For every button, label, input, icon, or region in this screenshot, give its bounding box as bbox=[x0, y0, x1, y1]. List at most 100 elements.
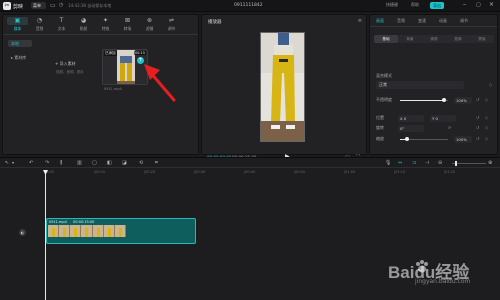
zoom-in-icon[interactable]: ⊕ bbox=[488, 160, 492, 166]
microphone-icon[interactable]: 🎙 bbox=[385, 160, 391, 166]
keyframe-icon[interactable]: ◇ bbox=[485, 115, 488, 120]
time-ruler[interactable]: 00:00 |00:10 |00:20 |00:30 |00:40 |00:50… bbox=[44, 169, 500, 177]
red-arrow-annotation bbox=[144, 64, 176, 102]
clip-frame bbox=[59, 225, 71, 237]
clip-frame bbox=[103, 225, 115, 237]
sidebar-item-library[interactable]: ▸ 素材库 bbox=[8, 54, 32, 61]
opacity-input[interactable]: 100% bbox=[454, 97, 472, 104]
split-icon[interactable]: ⫼ bbox=[60, 160, 62, 166]
tab-speed[interactable]: 变速 bbox=[418, 18, 426, 24]
clip-frame bbox=[48, 225, 60, 237]
app-logo-icon: ✂ bbox=[3, 2, 11, 10]
tab-audio[interactable]: 音频 bbox=[397, 18, 405, 24]
export-button[interactable]: 导出 bbox=[430, 2, 444, 9]
sidebar-item-local[interactable]: 本地 bbox=[8, 40, 32, 47]
tab-sticker[interactable]: ◕ 贴纸 bbox=[73, 17, 94, 32]
filter-icon: ⊗ bbox=[146, 17, 153, 24]
opacity-label: 不透明度 bbox=[376, 97, 392, 102]
magnet-icon[interactable]: ⊐ bbox=[412, 160, 416, 166]
close-icon[interactable]: × bbox=[489, 1, 494, 8]
clip-duration: 00:00:15:00 bbox=[73, 220, 95, 224]
subtab-basic[interactable]: 基础 bbox=[374, 35, 398, 43]
select-cursor-icon[interactable]: ↖ bbox=[5, 160, 9, 166]
shortcut-button[interactable]: 快捷键 bbox=[386, 2, 398, 8]
layout-icon[interactable]: ▭ bbox=[50, 2, 56, 9]
tab-transition[interactable]: ⊠ 转场 bbox=[117, 17, 138, 32]
maximize-icon[interactable]: ▢ bbox=[476, 2, 481, 8]
import-button[interactable]: + 导入素材 bbox=[55, 61, 76, 67]
zoom-slider-knob[interactable] bbox=[455, 161, 457, 166]
clip-frame bbox=[92, 225, 104, 237]
reset-icon[interactable]: ↺ bbox=[476, 115, 479, 120]
rotate-icon[interactable]: ◪ bbox=[122, 160, 127, 166]
duration-badge: 00:15 bbox=[133, 51, 146, 55]
mirror-icon[interactable]: ◧ bbox=[107, 160, 112, 166]
tab-filter[interactable]: ⊗ 滤镜 bbox=[139, 17, 160, 32]
reset-icon[interactable]: ↺ bbox=[476, 125, 479, 130]
rotate-icon[interactable]: ⟳ bbox=[448, 125, 451, 130]
menu-button[interactable]: 菜单 bbox=[31, 2, 46, 9]
tab-picture[interactable]: 画面 bbox=[376, 18, 384, 24]
position-y-input[interactable]: Y 0 bbox=[430, 115, 456, 122]
import-label: 导入素材 bbox=[59, 61, 76, 66]
clip-name: 0911.mp4 bbox=[49, 220, 67, 224]
keyframe-icon[interactable]: ◇ bbox=[485, 125, 488, 130]
tab-label: 特效 bbox=[101, 26, 110, 31]
audio-icon: ◔ bbox=[36, 17, 43, 24]
zoom-slider-track[interactable] bbox=[452, 163, 486, 164]
tab-label: 转场 bbox=[123, 26, 132, 31]
tick-label: |00:20 bbox=[144, 170, 156, 174]
reset-icon[interactable]: ↺ bbox=[476, 97, 479, 102]
tick-label: |01:20 bbox=[444, 170, 456, 174]
tab-adjust[interactable]: ⇌ 调节 bbox=[161, 17, 182, 32]
track-cover-toggle[interactable]: ◐ bbox=[19, 229, 26, 236]
loop-icon[interactable]: ⟲ bbox=[139, 160, 143, 166]
autosave-status: 14:43:38 自动保存本地 bbox=[68, 3, 112, 8]
video-preview[interactable] bbox=[260, 32, 305, 142]
menu-icon[interactable]: ≡ bbox=[358, 18, 362, 24]
subtab-beauty[interactable]: 美颜 bbox=[422, 35, 446, 43]
tab-media[interactable]: ▣ 媒体 bbox=[7, 17, 28, 32]
watermark-url: jingyan.baidu.com bbox=[415, 278, 471, 285]
scale-slider-knob[interactable] bbox=[405, 137, 409, 141]
clip-frame bbox=[70, 225, 82, 237]
undo-icon[interactable]: ↶ bbox=[29, 160, 33, 166]
thumbnail-filename: 0911.mp4 bbox=[104, 87, 122, 91]
blend-mode-select[interactable]: 正常 bbox=[376, 81, 464, 89]
delete-icon[interactable]: ▥ bbox=[77, 160, 82, 166]
freeze-icon[interactable]: ▢ bbox=[92, 160, 97, 166]
subtab-matting[interactable]: 抠像 bbox=[446, 35, 470, 43]
crop-icon[interactable]: ⌗ bbox=[155, 160, 158, 166]
preview-axis-icon[interactable]: ⊣ bbox=[425, 160, 429, 166]
tab-audio[interactable]: ◔ 音频 bbox=[29, 17, 50, 32]
video-clip[interactable]: 0911.mp4 00:00:15:00 bbox=[46, 218, 196, 244]
dropdown-icon[interactable]: ▾ bbox=[12, 160, 14, 166]
project-title[interactable]: 0911111842 bbox=[234, 3, 263, 8]
tab-effects[interactable]: ✦ 特效 bbox=[95, 17, 116, 32]
opacity-slider-knob[interactable] bbox=[442, 98, 446, 102]
preview-image bbox=[261, 33, 304, 141]
subtab-mask[interactable]: 蒙版 bbox=[470, 35, 494, 43]
position-label: 位置 bbox=[376, 115, 384, 120]
reset-icon[interactable]: ↺ bbox=[476, 136, 479, 141]
rotation-input[interactable]: 0° bbox=[398, 125, 424, 132]
clip-frame bbox=[81, 225, 93, 237]
help-button[interactable]: 帮助 bbox=[411, 2, 419, 8]
scale-input[interactable]: 100% bbox=[454, 136, 472, 143]
keyframe-icon[interactable]: ◇ bbox=[489, 82, 492, 87]
zoom-out-icon[interactable]: ⊖ bbox=[438, 160, 442, 166]
tab-animation[interactable]: 动画 bbox=[439, 18, 447, 24]
minimize-icon[interactable]: – bbox=[463, 1, 466, 8]
sub-tabs: 基础 背景 美颜 抠像 蒙版 bbox=[374, 35, 494, 43]
sticker-icon: ◕ bbox=[80, 17, 87, 24]
tab-label: 音频 bbox=[35, 26, 44, 31]
position-x-input[interactable]: X 0 bbox=[398, 115, 424, 122]
tab-label: 媒体 bbox=[13, 26, 22, 31]
redo-icon[interactable]: ↷ bbox=[45, 160, 49, 166]
keyframe-icon[interactable]: ◇ bbox=[485, 136, 488, 141]
link-icon[interactable]: ⇔ bbox=[398, 160, 402, 166]
tab-adjust[interactable]: 调节 bbox=[460, 18, 468, 24]
keyframe-icon[interactable]: ◇ bbox=[485, 97, 488, 102]
subtab-background[interactable]: 背景 bbox=[398, 35, 422, 43]
tab-text[interactable]: T 文本 bbox=[51, 17, 72, 32]
